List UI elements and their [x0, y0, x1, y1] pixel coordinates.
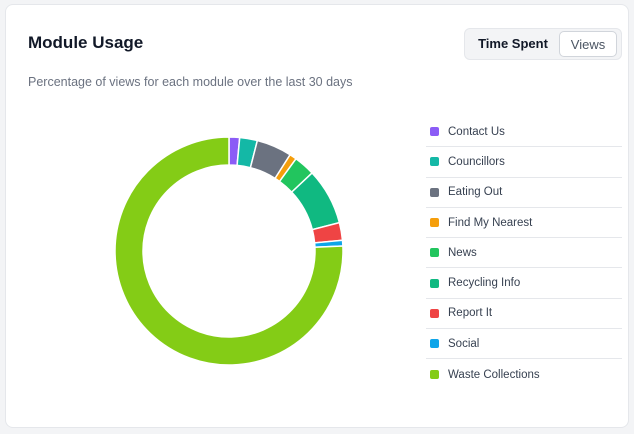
legend-label: Find My Nearest — [448, 216, 533, 229]
legend-item[interactable]: News — [426, 238, 622, 269]
legend-item[interactable]: Contact Us — [426, 117, 622, 148]
views-button[interactable]: Views — [559, 31, 617, 57]
legend-label: Contact Us — [448, 125, 505, 138]
time-spent-button[interactable]: Time Spent — [467, 31, 559, 57]
legend-label: News — [448, 246, 477, 259]
legend-item[interactable]: Councillors — [426, 147, 622, 178]
legend-label: Report It — [448, 307, 493, 320]
legend-swatch — [430, 278, 439, 288]
metric-toggle: Time Spent Views — [464, 28, 622, 60]
legend-swatch — [430, 187, 439, 197]
legend-item[interactable]: Recycling Info — [426, 268, 622, 299]
legend-swatch — [430, 308, 439, 318]
legend-label: Waste Collections — [448, 368, 540, 381]
legend-item[interactable]: Social — [426, 329, 622, 360]
legend-swatch — [430, 127, 439, 137]
legend-swatch — [430, 370, 439, 380]
legend-item[interactable]: Find My Nearest — [426, 208, 622, 239]
legend-label: Councillors — [448, 155, 505, 168]
chart-legend: Contact Us Councillors Eating Out Find My N… — [426, 117, 622, 390]
legend-item[interactable]: Waste Collections — [426, 359, 622, 389]
legend-item[interactable]: Report It — [426, 299, 622, 330]
legend-swatch — [430, 248, 439, 258]
card-subtitle: Percentage of views for each module over… — [28, 75, 353, 89]
module-usage-card: Module Usage Percentage of views for eac… — [5, 4, 629, 428]
legend-label: Social — [448, 337, 480, 350]
legend-swatch — [430, 157, 439, 167]
legend-swatch — [430, 339, 439, 349]
module-usage-donut-chart — [114, 136, 344, 366]
legend-label: Eating Out — [448, 186, 503, 199]
legend-item[interactable]: Eating Out — [426, 178, 622, 208]
legend-swatch — [430, 218, 439, 228]
legend-label: Recycling Info — [448, 277, 521, 290]
card-title: Module Usage — [28, 33, 144, 52]
